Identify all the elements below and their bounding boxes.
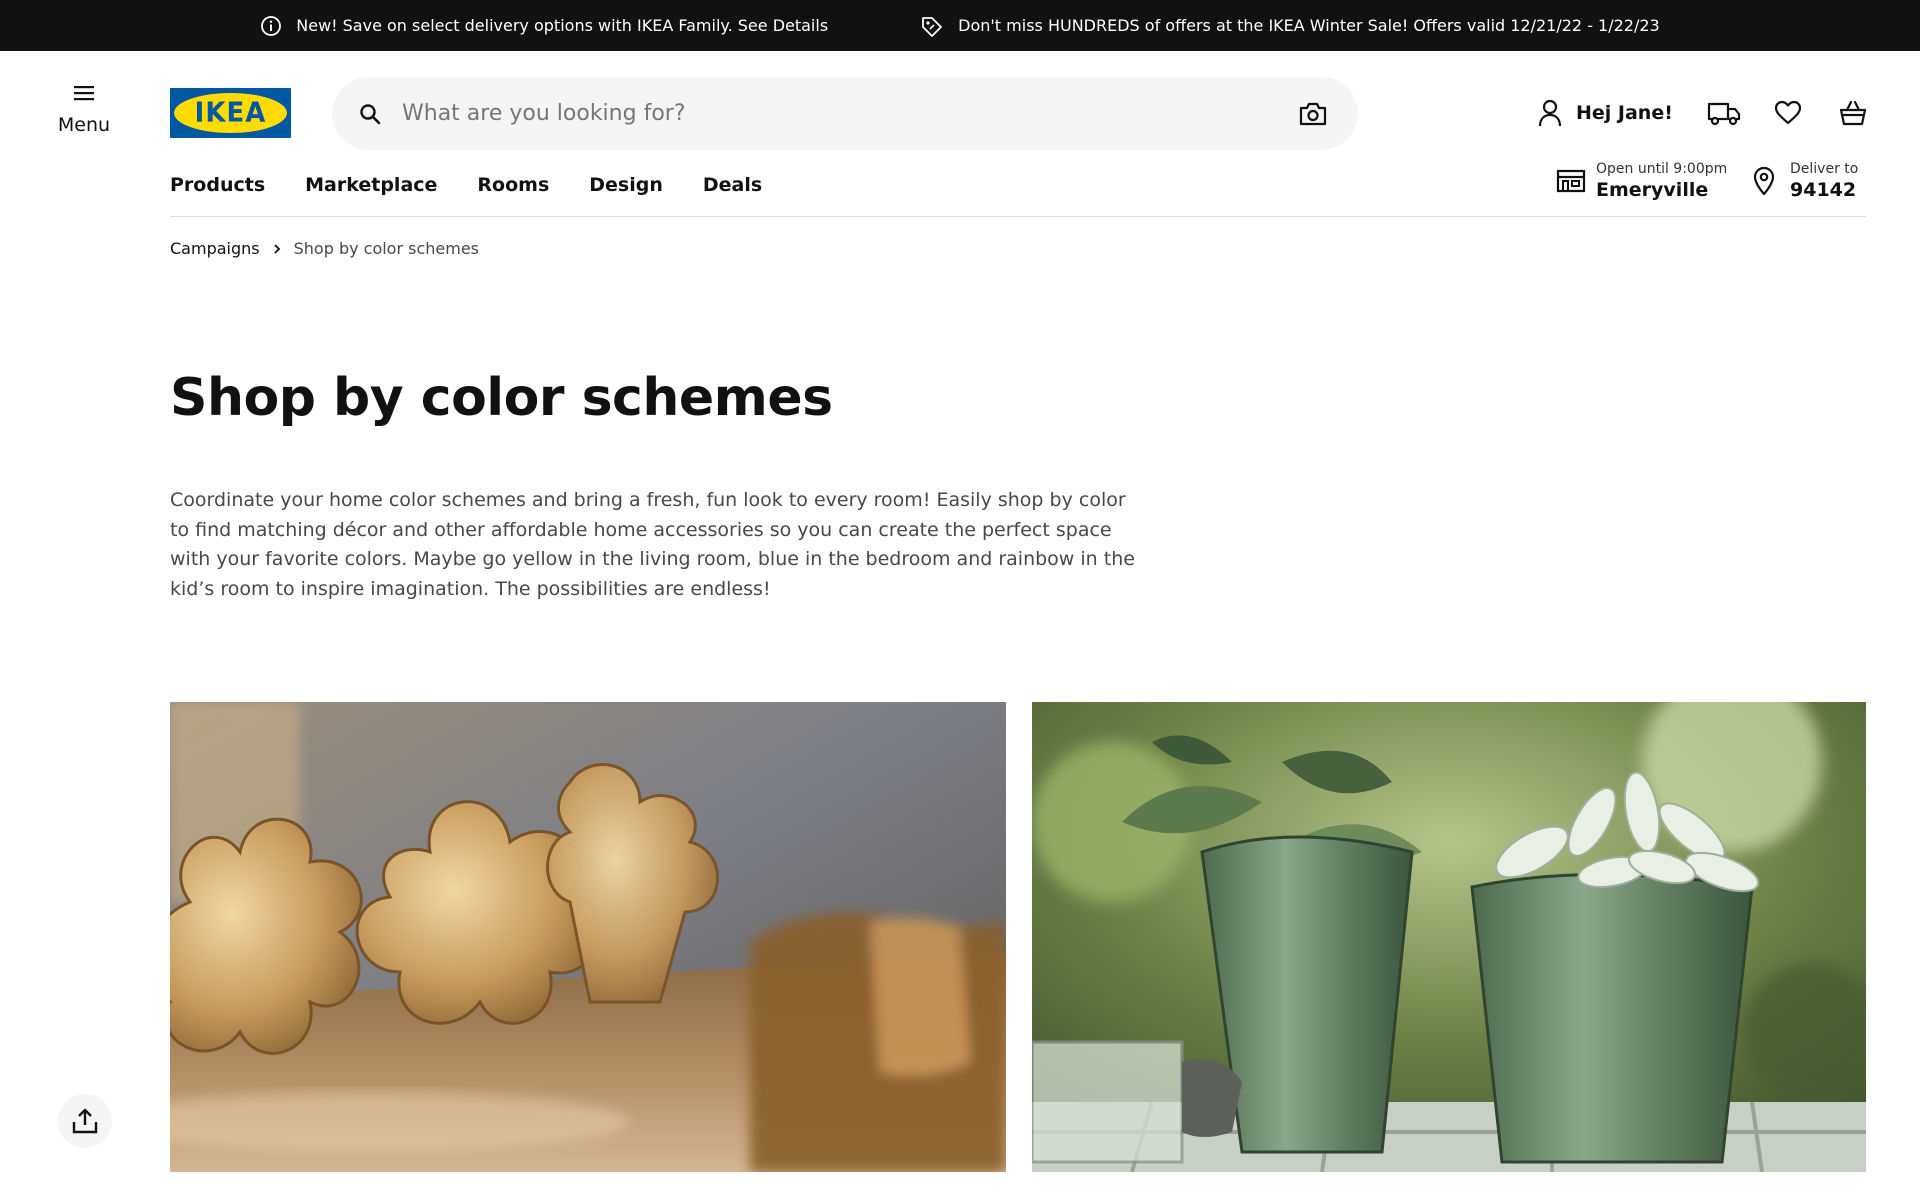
green-glass-planters-image[interactable] (1032, 702, 1866, 1172)
menu-button[interactable]: Menu (52, 82, 116, 156)
price-tag-icon (922, 16, 943, 37)
logo-oval: IKEA (174, 93, 287, 133)
announcement-family[interactable]: New! Save on select delivery options wit… (260, 15, 828, 37)
info-icon (261, 15, 282, 36)
deliver-zip: 94142 (1790, 179, 1857, 201)
page-title: Shop by color schemes (170, 368, 833, 428)
greeting: Hej Jane! (1576, 102, 1673, 124)
store-hours: Open until 9:00pm (1596, 161, 1728, 177)
nav-item-rooms[interactable]: Rooms (477, 174, 549, 196)
nav-item-deals[interactable]: Deals (703, 174, 762, 196)
header-divider (170, 216, 1866, 217)
logo-wordmark: IKEA (194, 97, 267, 129)
intro-paragraph: Coordinate your home color schemes and b… (170, 489, 1135, 600)
deliver-label: Deliver to (1790, 161, 1859, 177)
store-icon (1556, 169, 1586, 193)
announcement-bar: New! Save on select delivery options wit… (0, 0, 1920, 51)
nav-item-design[interactable]: Design (589, 174, 663, 196)
breadcrumb-current: Shop by color schemes (293, 239, 480, 258)
main-nav: Products Marketplace Rooms Design Deals (170, 174, 762, 196)
ikea-logo[interactable]: IKEA (170, 88, 291, 138)
store-selector[interactable]: Open until 9:00pm Emeryville (1556, 160, 1727, 202)
share-button[interactable] (58, 1094, 112, 1148)
nav-item-marketplace[interactable]: Marketplace (305, 174, 437, 196)
camera-icon[interactable] (1296, 97, 1330, 131)
search-icon[interactable] (356, 100, 384, 128)
breadcrumb: Campaigns Shop by color schemes (170, 239, 479, 258)
announcement-text: Don't miss HUNDREDS of offers at the IKE… (958, 16, 1660, 35)
shopping-bag-icon[interactable] (1835, 96, 1871, 130)
search-input[interactable] (402, 93, 1296, 134)
store-name: Emeryville (1596, 179, 1709, 201)
announcement-text: New! Save on select delivery options wit… (296, 16, 829, 35)
breadcrumb-campaigns[interactable]: Campaigns (170, 239, 260, 258)
location-pin-icon (1753, 166, 1775, 196)
heart-icon[interactable] (1770, 96, 1806, 130)
menu-label: Menu (57, 114, 111, 136)
user-icon (1538, 99, 1562, 127)
delivery-truck-icon[interactable] (1706, 96, 1742, 130)
chevron-right-icon (273, 243, 280, 254)
account-button[interactable]: Hej Jane! (1536, 98, 1673, 128)
delivery-location[interactable]: Deliver to 94142 (1752, 160, 1858, 202)
search-bar[interactable] (332, 77, 1358, 150)
share-icon (72, 1108, 98, 1134)
hamburger-icon (74, 86, 94, 101)
announcement-sale[interactable]: Don't miss HUNDREDS of offers at the IKE… (920, 15, 1660, 37)
gold-flower-bowls-image[interactable] (170, 702, 1006, 1172)
nav-item-products[interactable]: Products (170, 174, 265, 196)
